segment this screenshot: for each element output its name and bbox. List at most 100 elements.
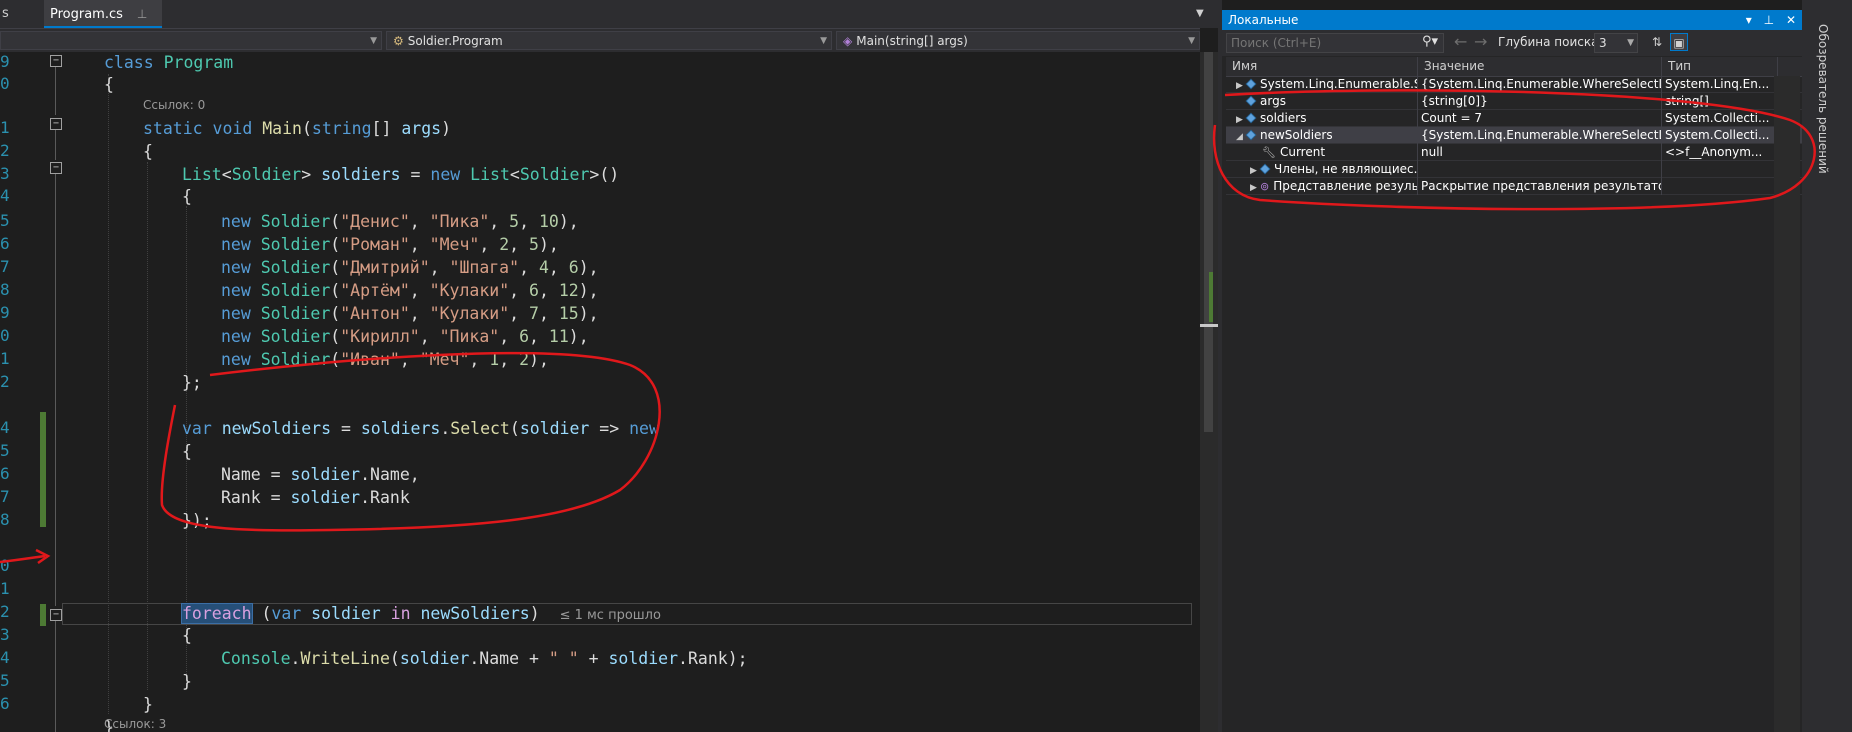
references-codelens-bottom[interactable]: Ссылок: 3 xyxy=(104,717,166,731)
row-value[interactable] xyxy=(1418,161,1662,178)
variable-icon xyxy=(1245,95,1257,107)
close-icon[interactable]: ✕ xyxy=(1786,13,1796,27)
collapse-icon[interactable]: − xyxy=(50,609,62,621)
tab-overflow-icon[interactable]: ▼ xyxy=(1196,8,1204,19)
code-editor[interactable]: 9 0 1 2 3 4 5 6 7 8 9 0 1 2 4 5 6 7 8 0 … xyxy=(0,52,1200,732)
soldier-init-line[interactable]: new Soldier("Денис", "Пика", 5, 10), xyxy=(221,211,579,233)
line-number: 5 xyxy=(0,671,10,690)
locals-title-bar[interactable]: Локальные ▾ ⊥ ✕ xyxy=(1222,10,1802,30)
row-value[interactable]: {System.Linq.Enumerable.WhereSelectListI… xyxy=(1418,76,1662,93)
chevron-down-icon: ▼ xyxy=(1627,38,1634,48)
current-statement-line[interactable]: foreach (var soldier in newSoldiers) ≤ 1… xyxy=(181,603,661,625)
collapse-icon[interactable]: ◢ xyxy=(1236,129,1246,144)
window-menu-icon[interactable]: ▾ xyxy=(1746,13,1752,27)
code-line[interactable]: { xyxy=(104,74,114,96)
code-line[interactable]: }; xyxy=(182,372,202,394)
row-name: newSoldiers xyxy=(1260,128,1333,142)
row-value[interactable]: null xyxy=(1418,144,1662,161)
locals-row[interactable]: ▶ soldiers Count = 7 System.Collecti... xyxy=(1226,110,1802,127)
line-number: 9 xyxy=(0,303,10,322)
locals-row[interactable]: ▶ Члены, не являющиес... xyxy=(1226,161,1802,178)
locals-vertical-scrollbar[interactable] xyxy=(1774,76,1800,732)
variable-icon xyxy=(1245,112,1257,124)
column-header-type[interactable]: Тип xyxy=(1662,57,1778,76)
pin-icon[interactable]: ⊥ xyxy=(1764,13,1774,27)
solution-explorer-tab[interactable]: Обозреватель решений xyxy=(1802,0,1852,732)
search-icon[interactable]: ⚲▾ xyxy=(1422,34,1438,49)
code-line[interactable]: { xyxy=(143,141,153,163)
row-name: args xyxy=(1260,94,1286,108)
row-type xyxy=(1662,178,1778,195)
soldier-init-line[interactable]: new Soldier("Артём", "Кулаки", 6, 12), xyxy=(221,280,599,302)
elapsed-time-tip: ≤ 1 мс прошло xyxy=(559,608,661,623)
soldier-init-line[interactable]: new Soldier("Антон", "Кулаки", 7, 15), xyxy=(221,303,599,325)
code-line[interactable]: } xyxy=(143,694,153,716)
chevron-down-icon: ▼ xyxy=(820,36,827,46)
row-type: string[] xyxy=(1662,93,1778,110)
code-line[interactable]: } xyxy=(182,671,192,693)
code-line[interactable]: class Program xyxy=(104,52,233,74)
member-dropdown[interactable]: ◈ Main(string[] args) ▼ xyxy=(836,31,1200,50)
locals-row[interactable]: args {string[0]} string[] xyxy=(1226,93,1802,110)
code-line[interactable]: static void Main(string[] args) xyxy=(143,118,451,140)
code-line[interactable]: { xyxy=(182,441,192,463)
code-line[interactable]: }); xyxy=(182,510,212,532)
collapse-icon[interactable]: − xyxy=(50,162,62,174)
fold-guide xyxy=(55,67,56,115)
variable-icon xyxy=(1259,163,1271,175)
change-marker xyxy=(1209,272,1213,322)
format-icon[interactable]: ⇅ xyxy=(1648,33,1666,51)
locals-row[interactable]: ▶ ⊚ Представление резуль... Раскрытие пред… xyxy=(1226,178,1802,195)
code-line[interactable]: { xyxy=(182,186,192,208)
locals-row-selected[interactable]: ◢ newSoldiers {System.Linq.Enumerable.Whe… xyxy=(1226,127,1802,144)
pin-icon[interactable]: ⊥ xyxy=(135,0,149,28)
project-dropdown[interactable]: ▼ xyxy=(0,31,382,50)
code-line[interactable]: Rank = soldier.Rank xyxy=(221,487,410,509)
soldier-init-line[interactable]: new Soldier("Дмитрий", "Шпага", 4, 6), xyxy=(221,257,599,279)
column-header-value[interactable]: Значение xyxy=(1418,57,1662,76)
fold-guide xyxy=(55,174,56,606)
code-line[interactable]: Name = soldier.Name, xyxy=(221,464,420,486)
code-line[interactable]: Console.WriteLine(soldier.Name + " " + s… xyxy=(221,648,748,670)
collapse-icon[interactable]: − xyxy=(50,118,62,130)
line-number: 7 xyxy=(0,487,10,506)
editor-vertical-scrollbar[interactable] xyxy=(1200,52,1218,732)
expand-icon[interactable]: ▶ xyxy=(1250,180,1260,195)
line-number: 4 xyxy=(0,648,10,667)
line-number: 9 xyxy=(0,52,10,71)
scrollbar-thumb[interactable] xyxy=(1204,52,1213,432)
hex-display-icon[interactable]: ▣ xyxy=(1670,33,1688,51)
code-line[interactable]: { xyxy=(182,625,192,647)
variable-icon xyxy=(1245,78,1257,90)
forward-arrow-icon[interactable]: → xyxy=(1474,32,1487,51)
locals-grid-header: Имя Значение Тип xyxy=(1226,57,1802,77)
collapse-icon[interactable]: − xyxy=(50,55,62,67)
search-input[interactable] xyxy=(1226,33,1444,53)
fold-guide xyxy=(55,130,56,160)
code-line[interactable]: var newSoldiers = soldiers.Select(soldie… xyxy=(182,418,659,440)
soldier-init-line[interactable]: new Soldier("Иван", "Меч", 1, 2), xyxy=(221,349,549,371)
tab-partial[interactable]: s xyxy=(0,0,32,28)
soldier-init-line[interactable]: new Soldier("Роман", "Меч", 2, 5), xyxy=(221,234,559,256)
expand-icon[interactable]: ▶ xyxy=(1236,112,1246,127)
soldier-init-line[interactable]: new Soldier("Кирилл", "Пика", 6, 11), xyxy=(221,326,589,348)
references-codelens[interactable]: Ссылок: 0 xyxy=(143,98,205,112)
row-value[interactable]: {string[0]} xyxy=(1418,93,1662,110)
line-number-gutter: 9 0 1 2 3 4 5 6 7 8 9 0 1 2 4 5 6 7 8 0 … xyxy=(0,52,40,732)
line-number: 2 xyxy=(0,602,10,621)
class-dropdown[interactable]: ⚙ Soldier.Program ▼ xyxy=(386,31,832,50)
back-arrow-icon[interactable]: ← xyxy=(1454,32,1467,51)
row-value[interactable]: Count = 7 xyxy=(1418,110,1662,127)
locals-row[interactable]: 🔧︎ Current null <>f__Anonym... xyxy=(1226,144,1802,161)
locals-row[interactable]: ▶ System.Linq.Enumerable.S... {System.Lin… xyxy=(1226,76,1802,93)
column-header-name[interactable]: Имя xyxy=(1226,57,1418,76)
code-line[interactable]: List<Soldier> soldiers = new List<Soldie… xyxy=(182,164,619,186)
row-value[interactable]: Раскрытие представления результатов вызо… xyxy=(1418,178,1662,195)
expand-icon[interactable]: ▶ xyxy=(1250,163,1260,178)
tab-program-cs[interactable]: Program.cs ⊥ ✕ xyxy=(44,0,162,50)
chevron-down-icon: ▼ xyxy=(370,36,377,46)
row-value[interactable]: {System.Linq.Enumerable.WhereSelectListI… xyxy=(1418,127,1662,144)
search-depth-dropdown[interactable]: 3 ▼ xyxy=(1594,33,1638,53)
expand-icon[interactable]: ▶ xyxy=(1236,78,1246,93)
line-number: 0 xyxy=(0,74,10,93)
